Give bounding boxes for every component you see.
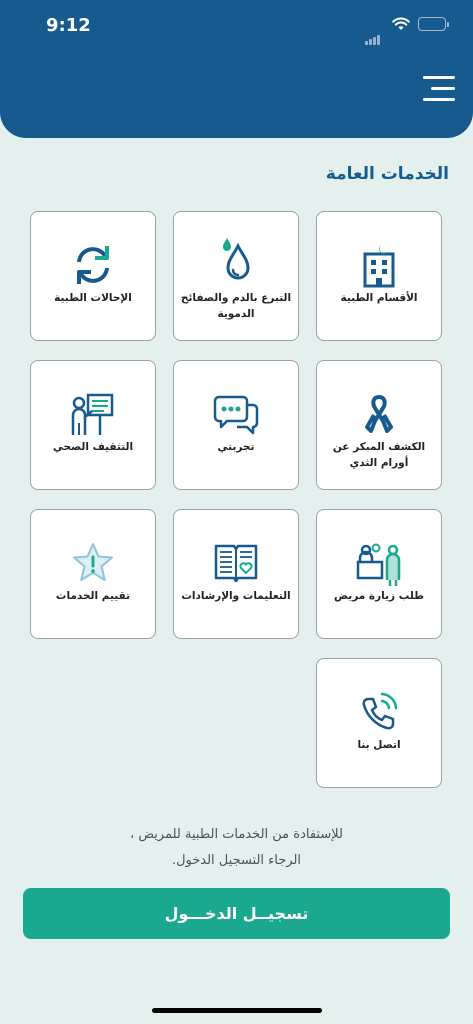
chat-bubbles-icon [174,391,298,437]
tile-my-experience[interactable]: تجربتي [173,360,299,490]
notice-line-1: للإستفادة من الخدمات الطبية للمريض ، [130,827,343,842]
status-time: 9:12 [46,15,91,36]
tile-label: تقييم الخدمات [55,590,131,602]
tile-contact-us[interactable]: اتصل بنا [316,658,442,788]
blood-drop-icon [174,236,298,282]
battery-icon [418,17,449,31]
tile-label: التبرع بالدم والصفائح الدموية [180,292,292,320]
tile-label: الكشف المبكر عن أورام الثدي [332,441,426,469]
refresh-icon [31,242,155,288]
tile-label: التثقيف الصحي [52,441,134,453]
tile-label: تجربتي [217,441,255,453]
tile-label: التعليمات والإرشادات [181,590,291,602]
cellular-signal-icon [365,26,381,45]
home-indicator [152,1008,322,1013]
tile-label: الإحالات الطبية [54,292,132,304]
login-button[interactable]: تسجيــل الدخـــول [23,888,450,939]
patient-visit-icon [317,540,441,586]
notice-line-2: الرجاء التسجيل الدخول. [171,853,302,868]
star-rating-icon [31,540,155,586]
status-bar: 9:12 [0,0,473,52]
tile-service-rating[interactable]: تقييم الخدمات [30,509,156,639]
tile-label: طلب زيارة مريض [333,590,425,602]
tile-medical-departments[interactable]: الأقسام الطبية [316,211,442,341]
wifi-icon [392,16,410,35]
tile-label: الأقسام الطبية [340,292,418,304]
tile-health-education[interactable]: التثقيف الصحي [30,360,156,490]
tile-label: اتصل بنا [357,739,401,751]
phone-call-icon [317,689,441,735]
hamburger-menu-icon[interactable] [421,76,455,102]
tile-blood-donation[interactable]: التبرع بالدم والصفائح الدموية [173,211,299,341]
login-notice: للإستفادة من الخدمات الطبية للمريض ، الر… [30,822,443,874]
tile-instructions-guidelines[interactable]: التعليمات والإرشادات [173,509,299,639]
presentation-board-icon [31,391,155,437]
open-book-icon [174,540,298,586]
tile-medical-referrals[interactable]: الإحالات الطبية [30,211,156,341]
awareness-ribbon-icon [317,391,441,437]
section-title: الخدمات العامة [325,164,449,184]
hospital-icon [317,242,441,288]
tile-patient-visit-request[interactable]: طلب زيارة مريض [316,509,442,639]
tile-breast-cancer-screening[interactable]: الكشف المبكر عن أورام الثدي [316,360,442,490]
